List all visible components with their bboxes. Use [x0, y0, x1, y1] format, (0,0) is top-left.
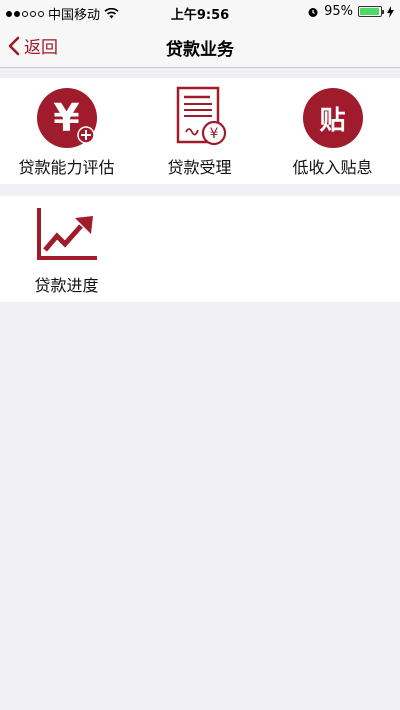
- page-title: 贷款业务: [166, 40, 234, 60]
- yuan-plus-icon: ¥: [35, 86, 99, 150]
- tile-label: 低收入贴息: [292, 158, 373, 177]
- loan-application-tile[interactable]: ¥ 贷款受理: [133, 78, 266, 184]
- battery-level: [360, 8, 379, 15]
- tie-icon: 贴: [301, 86, 365, 150]
- loan-capability-assessment-tile[interactable]: ¥ 贷款能力评估: [0, 78, 133, 184]
- tile-label: 贷款受理: [167, 158, 232, 177]
- battery-percent: 95%: [324, 4, 353, 19]
- low-income-subsidy-tile[interactable]: 贴 低收入贴息: [266, 78, 399, 184]
- trend-chart-icon: [35, 204, 99, 268]
- tile-label: 贷款能力评估: [18, 158, 115, 177]
- loan-progress-tile[interactable]: 贷款进度: [0, 196, 133, 302]
- services-row-1: ¥ 贷款能力评估 ¥ 贷款受理 贴 低收入贴息: [0, 78, 400, 184]
- battery-icon: [358, 6, 384, 17]
- alarm-icon: [308, 7, 318, 17]
- services-row-2: 贷款进度: [0, 196, 400, 302]
- charging-bolt-icon: [387, 5, 394, 18]
- status-bar: 中国移动 上午9:56 95%: [0, 0, 400, 24]
- status-right: 95%: [307, 4, 394, 19]
- navigation-bar: 返回 贷款业务: [0, 24, 400, 68]
- tile-label: 贷款进度: [34, 276, 99, 295]
- svg-text:¥: ¥: [209, 126, 218, 142]
- document-yuan-icon: ¥: [168, 86, 232, 150]
